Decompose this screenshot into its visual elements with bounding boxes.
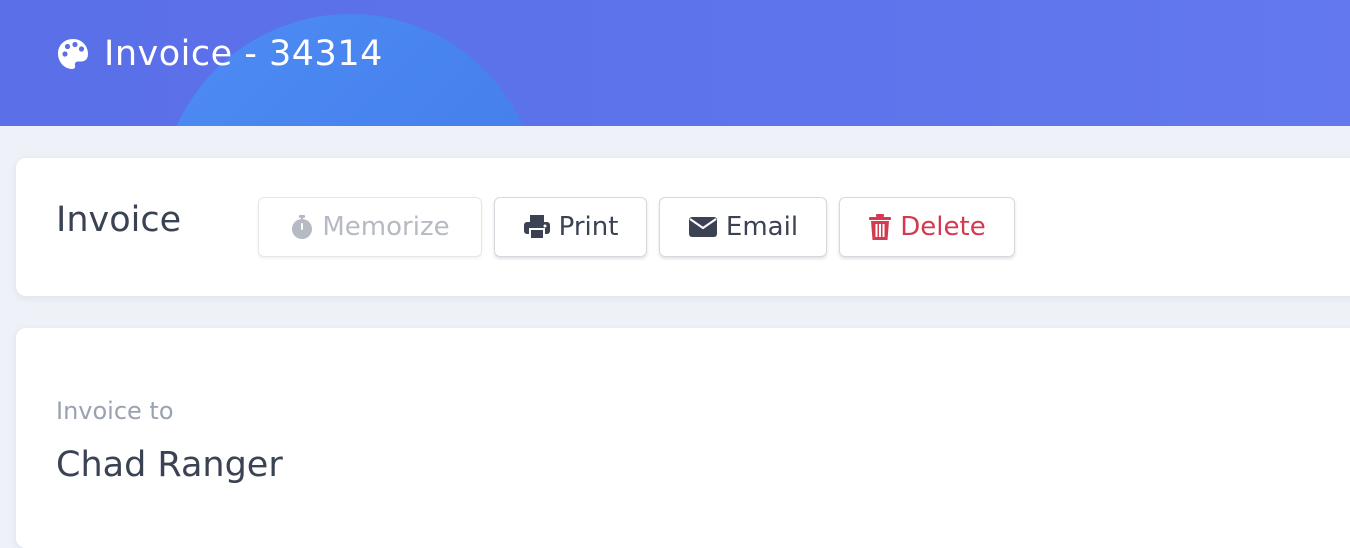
invoice-to-label: Invoice to xyxy=(56,397,174,425)
invoice-toolbar-card: Invoice Memorize Print Email Delete xyxy=(16,158,1350,296)
invoice-details-card: Invoice to Chad Ranger xyxy=(16,328,1350,548)
trash-icon xyxy=(868,213,892,241)
print-button-label: Print xyxy=(558,212,619,242)
header-title: Invoice - 34314 xyxy=(56,32,383,76)
palette-icon xyxy=(56,37,90,71)
stopwatch-icon xyxy=(290,214,314,240)
delete-button[interactable]: Delete xyxy=(839,197,1015,257)
email-button-label: Email xyxy=(725,212,799,242)
memorize-button[interactable]: Memorize xyxy=(258,197,482,257)
toolbar-title: Invoice xyxy=(56,200,182,240)
email-button[interactable]: Email xyxy=(659,197,827,257)
delete-button-label: Delete xyxy=(900,212,986,242)
client-name: Chad Ranger xyxy=(56,445,283,485)
page-header: Invoice - 34314 xyxy=(0,0,1350,126)
print-button[interactable]: Print xyxy=(494,197,647,257)
invoice-number-title: Invoice - 34314 xyxy=(104,34,383,74)
memorize-button-label: Memorize xyxy=(322,212,450,242)
envelope-icon xyxy=(688,216,718,238)
printer-icon xyxy=(523,214,551,240)
